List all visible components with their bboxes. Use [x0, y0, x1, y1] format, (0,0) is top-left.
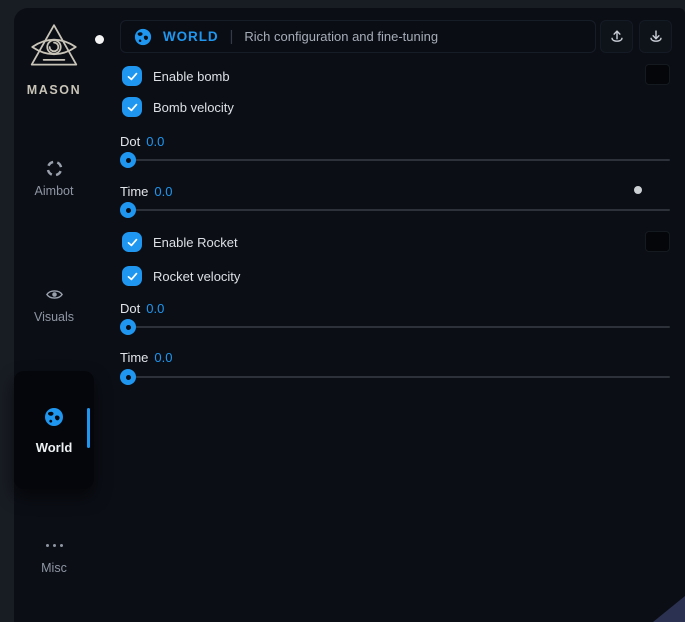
- page-title: WORLD: [163, 29, 219, 44]
- slider-track[interactable]: [120, 209, 670, 211]
- slider-time[interactable]: [120, 369, 670, 385]
- sidebar-item-world-content: World: [14, 407, 94, 455]
- page-subtitle: Rich configuration and fine-tuning: [244, 29, 438, 44]
- app-window: MASON Aimbot Visuals: [14, 8, 685, 622]
- cursor-dot: [95, 35, 104, 44]
- brand: MASON: [14, 21, 94, 97]
- slider-track[interactable]: [120, 159, 670, 161]
- slider-handle[interactable]: [120, 152, 136, 168]
- slider-handle[interactable]: [120, 319, 136, 335]
- sidebar-item-misc[interactable]: Misc: [14, 536, 94, 575]
- slider-dot[interactable]: [120, 319, 670, 335]
- checkbox-label: Bomb velocity: [153, 100, 234, 115]
- slider-name: Time: [120, 350, 148, 365]
- desktop-corner-sliver: [653, 596, 685, 622]
- rocket-color-swatch[interactable]: [645, 231, 670, 252]
- sidebar-item-world[interactable]: World: [14, 371, 94, 489]
- eye-icon: [45, 285, 64, 303]
- slider-track[interactable]: [120, 326, 670, 328]
- slider-handle-core: [126, 158, 131, 163]
- download-icon: [647, 28, 665, 46]
- header-separator: |: [230, 28, 234, 45]
- checkbox-bomb-velocity[interactable]: Bomb velocity: [122, 97, 234, 117]
- sidebar-item-aimbot[interactable]: Aimbot: [14, 159, 94, 198]
- upload-config-button[interactable]: [600, 20, 633, 53]
- slider-handle-core: [126, 325, 131, 330]
- checkbox-label: Enable Rocket: [153, 235, 238, 250]
- slider-time[interactable]: [120, 202, 670, 218]
- ellipsis-icon: [46, 536, 63, 554]
- slider-value: 0.0: [146, 134, 164, 149]
- checkbox-rocket-velocity[interactable]: Rocket velocity: [122, 266, 240, 286]
- globe-icon: [44, 407, 64, 432]
- checkbox-checked-icon[interactable]: [122, 266, 142, 286]
- slider-track[interactable]: [120, 376, 670, 378]
- slider-name: Dot: [120, 134, 140, 149]
- pyramid-eye-icon: [26, 21, 82, 80]
- checkbox-enable-rocket[interactable]: Enable Rocket: [122, 232, 238, 252]
- slider-name: Time: [120, 184, 148, 199]
- slider-value: 0.0: [154, 184, 172, 199]
- checkbox-enable-bomb[interactable]: Enable bomb: [122, 66, 230, 86]
- slider-name: Dot: [120, 301, 140, 316]
- sidebar-item-label: Aimbot: [35, 184, 74, 198]
- upload-icon: [608, 28, 626, 46]
- checkbox-checked-icon[interactable]: [122, 232, 142, 252]
- page-header: WORLD | Rich configuration and fine-tuni…: [120, 20, 596, 53]
- sidebar-item-label: Misc: [41, 561, 67, 575]
- brand-name: MASON: [27, 83, 82, 97]
- slider-value: 0.0: [154, 350, 172, 365]
- sidebar-item-label: World: [36, 440, 73, 455]
- slider-label-dot: Dot 0.0: [120, 134, 164, 149]
- bomb-color-swatch[interactable]: [645, 64, 670, 85]
- main-panel: WORLD | Rich configuration and fine-tuni…: [120, 8, 670, 622]
- checkbox-label: Enable bomb: [153, 69, 230, 84]
- slider-dot[interactable]: [120, 152, 670, 168]
- slider-handle-core: [126, 208, 131, 213]
- checkbox-label: Rocket velocity: [153, 269, 240, 284]
- screen: MASON Aimbot Visuals: [0, 0, 685, 622]
- slider-handle-core: [126, 375, 131, 380]
- slider-value: 0.0: [146, 301, 164, 316]
- cursor-dot: [634, 186, 642, 194]
- sidebar-item-visuals[interactable]: Visuals: [14, 285, 94, 324]
- sidebar: MASON Aimbot Visuals: [14, 8, 94, 622]
- active-indicator-bar: [87, 408, 90, 448]
- slider-label-time: Time 0.0: [120, 184, 172, 199]
- checkbox-checked-icon[interactable]: [122, 66, 142, 86]
- slider-label-time: Time 0.0: [120, 350, 172, 365]
- slider-handle[interactable]: [120, 202, 136, 218]
- checkbox-checked-icon[interactable]: [122, 97, 142, 117]
- slider-label-dot: Dot 0.0: [120, 301, 164, 316]
- download-config-button[interactable]: [639, 20, 672, 53]
- crosshair-icon: [45, 159, 64, 177]
- sidebar-item-label: Visuals: [34, 310, 74, 324]
- globe-icon: [134, 28, 152, 46]
- slider-handle[interactable]: [120, 369, 136, 385]
